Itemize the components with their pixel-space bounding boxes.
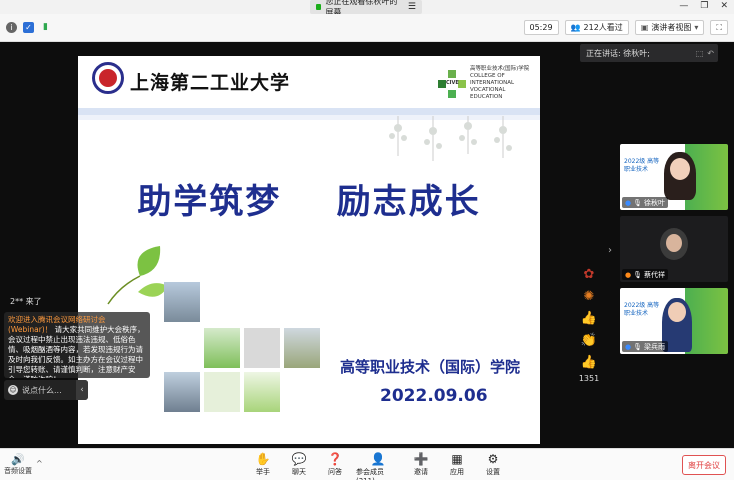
qa-button[interactable]: ❓ 问答: [320, 452, 350, 480]
mic-icon: 🎙: [633, 198, 642, 207]
menu-icon[interactable]: ☰: [408, 2, 416, 12]
participant-face: [670, 158, 690, 180]
meeting-notice: 欢迎进入腾讯会议网络研讨会(Webinar)！ 请大家共同维护大会秩序，会议过程…: [4, 312, 150, 378]
back-icon[interactable]: ↶: [707, 49, 714, 58]
screen-share-icon: [316, 4, 322, 10]
emoji-icon[interactable]: ☺: [8, 385, 18, 395]
reaction-column: ✿ ✺ 👍 👏 👍 1351: [572, 268, 606, 384]
share-status-bar: 您正在观看徐秋叶的屏幕 ☰ — ❐ ✕: [0, 0, 734, 17]
chevron-down-icon: ▾: [694, 23, 699, 32]
tile-label: ● 🎙 蔡代祥: [622, 269, 668, 280]
user-icon: ●: [625, 270, 632, 279]
sprout-photo: [204, 328, 240, 368]
slide-band: [78, 108, 540, 115]
speaker-icon: 🔊: [11, 453, 25, 466]
tile-label: ● 🎙 徐秋叶: [622, 197, 668, 208]
window-controls: — ❐ ✕: [679, 1, 728, 11]
tower-photo: [164, 372, 200, 412]
apps-button[interactable]: ▦ 应用: [442, 452, 472, 480]
speaker-actions: ⬚ ↶: [696, 49, 718, 58]
building-photo: [284, 328, 320, 368]
meeting-timer: 05:29: [523, 20, 559, 35]
bottom-toolbar: 🔊 音频设置 ^ ✋举手 💬聊天 ❓问答 👤参会成员(211) ➕邀请 ▦应用 …: [0, 448, 734, 480]
settings-button[interactable]: ⚙ 设置: [478, 452, 508, 480]
invite-button[interactable]: ➕ 邀请: [406, 452, 436, 480]
university-name: 上海第二工业大学: [130, 72, 291, 94]
university-seal-icon: [92, 62, 124, 94]
thumbs-up-icon[interactable]: 👍: [581, 312, 597, 326]
slide-title: 助学筑梦 励志成长: [137, 182, 481, 222]
bottom-actions: ✋举手 💬聊天 ❓问答 👤参会成员(211) ➕邀请 ▦应用 ⚙设置: [248, 452, 508, 480]
green-tile: [204, 372, 240, 412]
hand-icon: ✋: [255, 452, 271, 466]
chat-button[interactable]: 💬 聊天: [284, 452, 314, 480]
cive-text: 高等职业技术(国际)学院 COLLEGE OF INTERNATIONAL VO…: [470, 66, 530, 100]
info-icon[interactable]: i: [6, 22, 17, 33]
toolbar-left-icons: i ✓ ▮: [6, 22, 51, 33]
chevron-up-icon[interactable]: ^: [36, 459, 43, 468]
pin-icon[interactable]: ⬚: [696, 49, 704, 58]
meeting-window: 您正在观看徐秋叶的屏幕 ☰ — ❐ ✕ i ✓ ▮ 05:29 👥 212人看过 …: [0, 0, 734, 480]
chat-input[interactable]: ☺ 说点什么... ‹: [4, 380, 88, 400]
close-icon[interactable]: ✕: [720, 1, 728, 11]
apps-icon: ▦: [451, 452, 463, 466]
qa-icon: ❓: [327, 452, 343, 466]
mic-icon: 🎙: [633, 342, 642, 351]
tile-slide-text: 2022级 高等职业技术: [624, 302, 660, 317]
cive-mark-icon: CIVE: [438, 69, 466, 98]
leave-meeting-button[interactable]: 离开会议: [682, 455, 726, 475]
view-mode-selector[interactable]: ▣ 演讲者视图 ▾: [634, 20, 705, 35]
collapse-panel-icon[interactable]: ›: [608, 245, 612, 256]
join-message: 2** 来了: [10, 297, 42, 306]
like-count: 1351: [578, 374, 600, 383]
raise-hand-button[interactable]: ✋ 举手: [248, 452, 278, 480]
share-status-pill[interactable]: 您正在观看徐秋叶的屏幕 ☰: [310, 0, 422, 17]
chat-icon: 💬: [291, 452, 307, 466]
user-icon: ●: [625, 342, 632, 351]
gear-icon: ⚙: [487, 452, 499, 466]
grey-tile: [244, 328, 280, 368]
clap-icon[interactable]: 👏: [581, 334, 597, 348]
tile-label: ● 🎙 梁兵雨: [622, 341, 668, 352]
shared-screen-area: 上海第二工业大学 CIVE 高等职业技术(国际)学院 COLLEGE OF IN…: [0, 42, 614, 448]
slide-header: 上海第二工业大学 CIVE 高等职业技术(国际)学院 COLLEGE OF IN…: [78, 56, 540, 108]
participant-face: [666, 234, 682, 252]
meeting-toolbar: i ✓ ▮ 05:29 👥 212人看过 ▣ 演讲者视图 ▾ ⛶: [0, 14, 734, 42]
layout-icon: ▣: [640, 23, 649, 32]
speaking-indicator: 正在讲话: 徐秋叶; ⬚ ↶: [580, 44, 718, 62]
video-tile-1[interactable]: 2022级 高等职业技术 ● 🎙 徐秋叶: [620, 144, 728, 210]
video-tile-3[interactable]: 2022级 高等职业技术 ● 🎙 梁兵雨: [620, 288, 728, 354]
people-icon: 👥: [570, 23, 581, 32]
fireworks-icon[interactable]: ✺: [584, 290, 595, 304]
signal-icon[interactable]: ▮: [40, 22, 51, 33]
presentation-slide: 上海第二工业大学 CIVE 高等职业技术(国际)学院 COLLEGE OF IN…: [78, 56, 540, 444]
chat-placeholder: 说点什么...: [22, 385, 62, 395]
shield-icon[interactable]: ✓: [23, 22, 34, 33]
video-tile-2[interactable]: ● 🎙 蔡代祥: [620, 216, 728, 282]
restore-icon[interactable]: ❐: [700, 1, 708, 11]
campus-photo: [164, 282, 200, 322]
participant-face: [668, 302, 686, 322]
decorative-foliage-icon: [389, 116, 512, 161]
leaf-photo: [244, 372, 280, 412]
participants-icon: 👤: [370, 452, 386, 466]
toolbar-right: 05:29 👥 212人看过 ▣ 演讲者视图 ▾ ⛶: [523, 20, 728, 35]
college-name: 高等职业技术（国际）学院: [340, 358, 521, 376]
minimize-icon[interactable]: —: [679, 1, 688, 11]
fullscreen-button[interactable]: ⛶: [710, 20, 728, 35]
collapse-chat-icon[interactable]: ‹: [76, 380, 88, 400]
green-leaf-icon: [107, 246, 168, 305]
fullscreen-icon: ⛶: [716, 22, 722, 32]
audio-settings-button[interactable]: 🔊 音频设置: [4, 453, 32, 476]
flower-icon[interactable]: ✿: [584, 268, 595, 282]
tile-slide-text: 2022级 高等职业技术: [624, 158, 660, 173]
viewers-count[interactable]: 👥 212人看过: [564, 20, 629, 35]
participants-button[interactable]: 👤参会成员(211): [356, 452, 400, 480]
slide-date: 2022.09.06: [380, 386, 488, 406]
user-icon: ●: [625, 198, 632, 207]
cive-logo: CIVE 高等职业技术(国际)学院 COLLEGE OF INTERNATION…: [438, 66, 536, 101]
like-button-icon[interactable]: 👍: [581, 356, 597, 370]
invite-icon: ➕: [413, 452, 429, 466]
mic-muted-icon: 🎙: [633, 270, 642, 279]
